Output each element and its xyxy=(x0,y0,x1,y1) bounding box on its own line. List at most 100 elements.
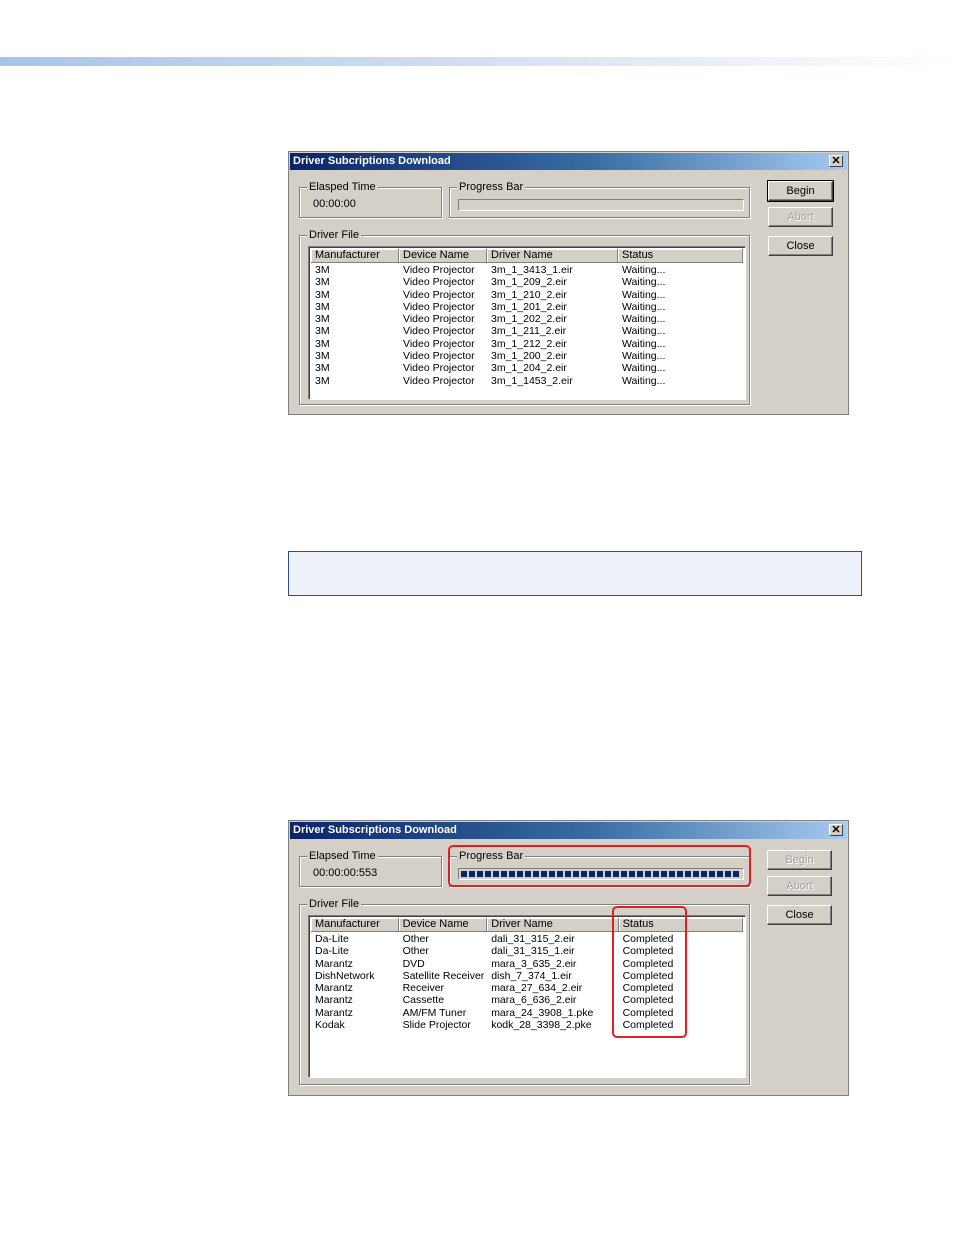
table-row[interactable]: 3M Video Projector 3m_1_204_2.eir Waiting..… xyxy=(311,362,743,374)
column-header-device-name[interactable]: Device Name xyxy=(399,249,487,263)
cell-status: Waiting... xyxy=(622,325,666,338)
elapsed-time-group: Elapsed Time 00:00:00:553 xyxy=(299,849,442,887)
status-highlight xyxy=(612,906,687,1038)
cell-device-name: Other xyxy=(402,933,429,945)
cell-device-name: Video Projector xyxy=(403,337,475,350)
elapsed-time-value: 00:00:00 xyxy=(313,198,356,210)
cell-status: Waiting... xyxy=(622,350,666,363)
progress-group: Progress Bar xyxy=(449,180,750,218)
cell-status: Waiting... xyxy=(622,264,666,276)
cell-driver-name: mara_6_636_2.eir xyxy=(491,994,577,1007)
cell-driver-name: kodk_28_3398_2.pke xyxy=(491,1019,592,1032)
begin-button[interactable]: Begin xyxy=(767,180,834,202)
cell-manufacturer: Da-Lite xyxy=(315,945,349,958)
abort-button[interactable]: Abort xyxy=(768,207,833,227)
cell-driver-name: mara_24_3908_1.pke xyxy=(491,1006,594,1019)
cell-manufacturer: 3M xyxy=(315,325,330,338)
cell-manufacturer: Marantz xyxy=(315,957,353,970)
driver-file-label: Driver File xyxy=(307,228,362,242)
table-row[interactable]: 3M Video Projector 3m_1_209_2.eir Waiting..… xyxy=(311,276,743,288)
cell-status: Waiting... xyxy=(622,300,666,313)
progress-highlight xyxy=(448,845,751,887)
cell-driver-name: 3m_1_1453_2.eir xyxy=(491,374,573,387)
elapsed-time-label: Elasped Time xyxy=(307,180,378,194)
table-row[interactable]: 3M Video Projector 3m_1_3413_1.eir Waiting.… xyxy=(311,264,743,276)
cell-device-name: Video Projector xyxy=(403,264,475,276)
cell-manufacturer: 3M xyxy=(315,313,330,326)
cell-device-name: Video Projector xyxy=(403,350,475,363)
driver-download-dialog-initial: Driver Subcriptions Download ✕ Elasped T… xyxy=(288,151,849,415)
column-header-manufacturer[interactable]: Manufacturer xyxy=(311,249,399,263)
table-row[interactable]: 3M Video Projector 3m_1_201_2.eir Waiting..… xyxy=(311,301,743,313)
elapsed-time-group: Elasped Time 00:00:00 xyxy=(299,180,442,218)
table-row[interactable]: 3M Video Projector 3m_1_202_2.eir Waiting..… xyxy=(311,313,743,325)
driver-file-list[interactable]: Manufacturer Device Name Driver Name Sta… xyxy=(308,246,746,400)
cell-status: Waiting... xyxy=(622,374,666,387)
cell-driver-name: 3m_1_202_2.eir xyxy=(491,313,567,326)
cell-manufacturer: 3M xyxy=(315,288,330,301)
column-header-driver-name[interactable]: Driver Name xyxy=(487,249,618,263)
cell-manufacturer: 3M xyxy=(315,337,330,350)
cell-driver-name: 3m_1_200_2.eir xyxy=(491,350,567,363)
cell-device-name: Video Projector xyxy=(403,276,475,289)
cell-driver-name: 3m_1_3413_1.eir xyxy=(491,264,573,276)
cell-driver-name: mara_27_634_2.eir xyxy=(491,982,583,995)
cell-manufacturer: Kodak xyxy=(315,1019,345,1032)
begin-button[interactable]: Begin xyxy=(767,850,832,870)
cell-status: Waiting... xyxy=(622,362,666,375)
table-row[interactable]: 3M Video Projector 3m_1_212_2.eir Waiting..… xyxy=(311,338,743,350)
table-row[interactable]: 3M Video Projector 3m_1_210_2.eir Waiting..… xyxy=(311,289,743,301)
column-header-manufacturer[interactable]: Manufacturer xyxy=(311,918,399,932)
cell-manufacturer: Marantz xyxy=(315,1006,353,1019)
abort-button[interactable]: Abort xyxy=(767,876,832,896)
cell-manufacturer: 3M xyxy=(315,276,330,289)
cell-device-name: Satellite Receiver xyxy=(402,969,485,982)
cell-device-name: Video Projector xyxy=(403,288,475,301)
cell-device-name: Slide Projector xyxy=(402,1019,471,1032)
page-header-bar xyxy=(0,57,954,66)
cell-driver-name: 3m_1_204_2.eir xyxy=(491,362,567,375)
elapsed-time-label: Elapsed Time xyxy=(307,849,378,863)
cell-manufacturer: DishNetwork xyxy=(315,969,375,982)
dialog-title: Driver Subscriptions Download xyxy=(293,824,457,836)
elapsed-time-value: 00:00:00:553 xyxy=(313,867,378,879)
close-icon[interactable]: ✕ xyxy=(829,824,843,836)
cell-driver-name: dali_31_315_2.eir xyxy=(491,933,575,945)
cell-device-name: Video Projector xyxy=(403,325,475,338)
column-header-driver-name[interactable]: Driver Name xyxy=(487,918,619,932)
cell-device-name: Video Projector xyxy=(403,313,475,326)
cell-status: Waiting... xyxy=(622,288,666,301)
cell-driver-name: mara_3_635_2.eir xyxy=(491,957,577,970)
close-button[interactable]: Close xyxy=(768,236,833,256)
cell-driver-name: dali_31_315_1.eir xyxy=(491,945,575,958)
driver-file-label: Driver File xyxy=(307,897,362,911)
cell-device-name: Video Projector xyxy=(403,374,475,387)
cell-manufacturer: 3M xyxy=(315,374,330,387)
cell-driver-name: dish_7_374_1.eir xyxy=(491,969,572,982)
cell-manufacturer: 3M xyxy=(315,300,330,313)
table-row[interactable]: 3M Video Projector 3m_1_200_2.eir Waiting..… xyxy=(311,350,743,362)
progress-bar xyxy=(458,199,744,211)
column-header-status[interactable]: Status xyxy=(618,249,743,263)
cell-device-name: Receiver xyxy=(402,982,445,995)
cell-device-name: AM/FM Tuner xyxy=(402,1006,467,1019)
dialog-title-bar: Driver Subscriptions Download ✕ xyxy=(290,822,847,839)
cell-manufacturer: Marantz xyxy=(315,994,353,1007)
cell-driver-name: 3m_1_210_2.eir xyxy=(491,288,567,301)
cell-manufacturer: 3M xyxy=(315,362,330,375)
table-row[interactable]: 3M Video Projector 3m_1_211_2.eir Waiting..… xyxy=(311,325,743,337)
cell-driver-name: 3m_1_209_2.eir xyxy=(491,276,567,289)
table-row[interactable]: 3M Video Projector 3m_1_1453_2.eir Waiting.… xyxy=(311,375,743,387)
cell-status: Waiting... xyxy=(622,313,666,326)
cell-driver-name: 3m_1_211_2.eir xyxy=(491,325,567,338)
note-box xyxy=(288,551,862,596)
driver-file-group: Driver File Manufacturer Device Name Dri… xyxy=(299,228,750,405)
cell-driver-name: 3m_1_201_2.eir xyxy=(491,300,567,313)
cell-device-name: Video Projector xyxy=(403,300,475,313)
cell-manufacturer: 3M xyxy=(315,350,330,363)
progress-bar-label: Progress Bar xyxy=(457,180,526,194)
close-button[interactable]: Close xyxy=(767,905,832,925)
close-icon[interactable]: ✕ xyxy=(829,155,843,167)
cell-status: Waiting... xyxy=(622,276,666,289)
column-header-device-name[interactable]: Device Name xyxy=(398,918,488,932)
